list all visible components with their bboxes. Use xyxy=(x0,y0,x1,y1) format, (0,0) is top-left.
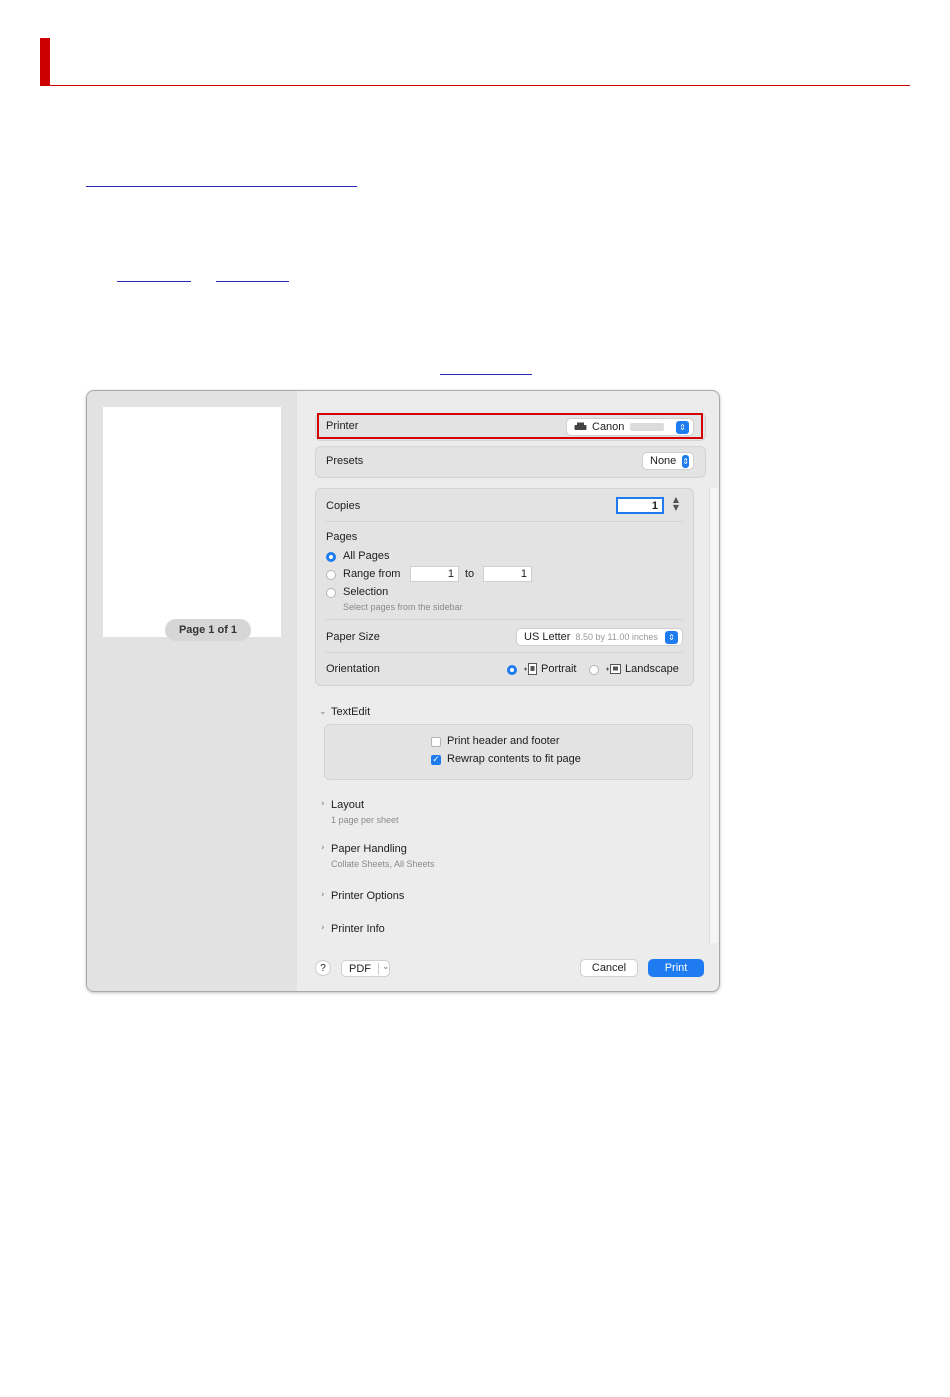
stepper-icon: ⇕ xyxy=(682,454,689,468)
orientation-label: Orientation xyxy=(326,663,380,675)
cancel-button[interactable]: Cancel xyxy=(580,959,638,977)
range-from-label: Range from xyxy=(343,568,401,580)
portrait-icon xyxy=(524,663,537,675)
all-pages-label: All Pages xyxy=(343,550,390,562)
portrait-label: Portrait xyxy=(541,663,577,675)
paper-handling-title[interactable]: Paper Handling xyxy=(331,843,407,855)
print-button[interactable]: Print xyxy=(648,959,704,977)
stepper-icon: ⇕ xyxy=(665,630,678,644)
page-preview[interactable]: Page 1 of 1 xyxy=(103,407,281,641)
selection-radio[interactable] xyxy=(326,588,336,598)
chevron-right-icon[interactable]: › xyxy=(321,843,325,853)
divider xyxy=(326,652,683,653)
presets-row: Presets None ⇕ xyxy=(315,446,706,478)
chevron-right-icon[interactable]: › xyxy=(321,890,325,900)
help-button[interactable]: ? xyxy=(315,960,331,976)
copies-stepper[interactable]: ▲ ▼ xyxy=(671,496,681,514)
scrollbar[interactable] xyxy=(709,488,718,943)
presets-select[interactable]: None ⇕ xyxy=(642,452,694,470)
copies-label: Copies xyxy=(326,500,361,512)
header-rule xyxy=(40,85,910,86)
copies-input[interactable]: 1 xyxy=(616,497,664,514)
print-header-checkbox[interactable] xyxy=(431,737,441,747)
highlight-box xyxy=(317,413,703,439)
paper-size-detail: 8.50 by 11.00 inches xyxy=(575,632,658,642)
portrait-radio[interactable] xyxy=(507,665,517,675)
landscape-radio[interactable] xyxy=(589,665,599,675)
page-indicator: Page 1 of 1 xyxy=(165,619,251,641)
all-pages-radio[interactable] xyxy=(326,552,336,562)
link-underline[interactable] xyxy=(216,281,289,282)
layout-title[interactable]: Layout xyxy=(331,799,364,811)
textedit-title[interactable]: TextEdit xyxy=(331,706,370,718)
rewrap-label: Rewrap contents to fit page xyxy=(447,753,581,765)
chevron-right-icon[interactable]: › xyxy=(321,923,325,933)
pdf-button[interactable]: PDF ⌄ xyxy=(341,960,390,977)
printer-options-title[interactable]: Printer Options xyxy=(331,890,404,902)
paper-size-value: US Letter xyxy=(524,631,571,643)
divider xyxy=(326,619,683,620)
range-to-label: to xyxy=(465,568,475,580)
checkmark-icon: ✓ xyxy=(432,755,440,765)
presets-value: None xyxy=(650,455,677,467)
range-radio[interactable] xyxy=(326,570,336,580)
paper-size-select[interactable]: US Letter 8.50 by 11.00 inches ⇕ xyxy=(516,628,683,646)
range-end-input[interactable]: 1 xyxy=(483,566,532,582)
preview-pane: Page 1 of 1 xyxy=(87,391,297,991)
link-underline[interactable] xyxy=(440,374,532,375)
print-options-section: Copies 1 ▲ ▼ Pages All Pages Range from 1… xyxy=(315,488,694,686)
print-dialog: Page 1 of 1 Printer Canon ⇕ Presets None… xyxy=(86,390,720,992)
divider xyxy=(326,521,683,522)
chevron-right-icon[interactable]: › xyxy=(321,799,325,809)
link-underline[interactable] xyxy=(86,186,357,187)
selection-hint: Select pages from the sidebar xyxy=(343,602,463,612)
rewrap-checkbox[interactable]: ✓ xyxy=(431,755,441,765)
paper-handling-summary: Collate Sheets, All Sheets xyxy=(331,859,435,869)
selection-label: Selection xyxy=(343,586,389,598)
textedit-options: Print header and footer ✓ Rewrap content… xyxy=(324,724,693,780)
range-start-input[interactable]: 1 xyxy=(410,566,459,582)
layout-summary: 1 page per sheet xyxy=(331,815,399,825)
landscape-label: Landscape xyxy=(625,663,679,675)
header-accent-bar xyxy=(40,38,50,86)
chevron-down-icon[interactable]: ⌄ xyxy=(319,707,327,717)
printer-info-title[interactable]: Printer Info xyxy=(331,923,385,935)
link-underline[interactable] xyxy=(117,281,191,282)
chevron-down-icon: ⌄ xyxy=(382,962,390,972)
presets-label: Presets xyxy=(326,455,364,467)
paper-size-label: Paper Size xyxy=(326,631,380,643)
print-header-label: Print header and footer xyxy=(447,735,560,747)
pdf-label: PDF xyxy=(349,962,371,975)
pages-label: Pages xyxy=(326,531,358,543)
landscape-icon xyxy=(606,664,621,674)
